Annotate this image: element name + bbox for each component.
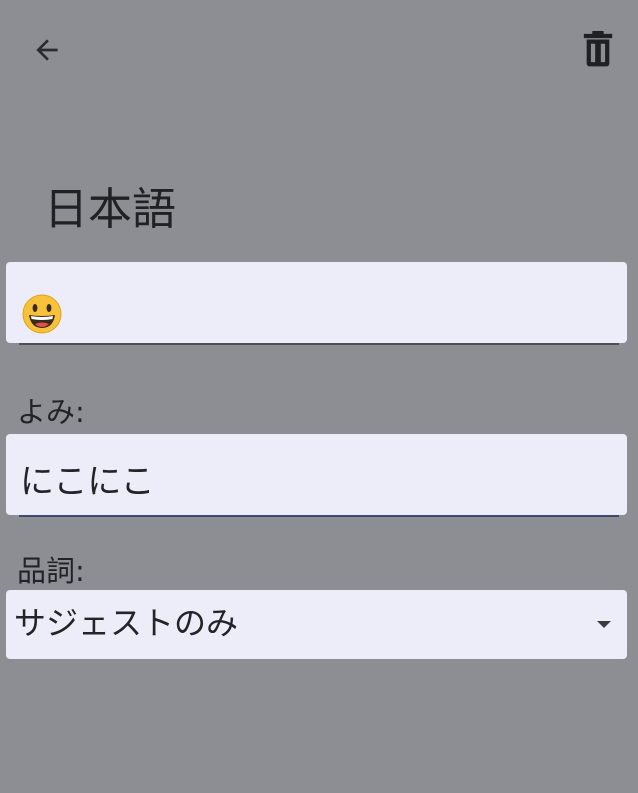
reading-field-underline [19, 515, 619, 517]
trash-icon [583, 31, 613, 67]
delete-button[interactable] [574, 24, 622, 72]
dictionary-language-title: 日本語 [44, 184, 176, 235]
dropdown-arrow-icon [597, 621, 611, 628]
part-of-speech-label: 品詞: [17, 554, 85, 588]
word-input-field[interactable] [6, 262, 627, 345]
top-app-bar [0, 0, 638, 100]
reading-input-field[interactable]: にこにこ [6, 434, 627, 517]
word-field-underline [19, 343, 619, 345]
reading-value[interactable]: にこにこ [20, 460, 155, 504]
arrow-left-icon [36, 39, 58, 61]
part-of-speech-select[interactable]: サジェストのみ [6, 590, 627, 659]
reading-label: よみ: [17, 395, 85, 429]
part-of-speech-selected-value: サジェストのみ [14, 604, 239, 642]
back-button[interactable] [23, 26, 71, 74]
grinning-face-emoji-icon [22, 294, 62, 334]
